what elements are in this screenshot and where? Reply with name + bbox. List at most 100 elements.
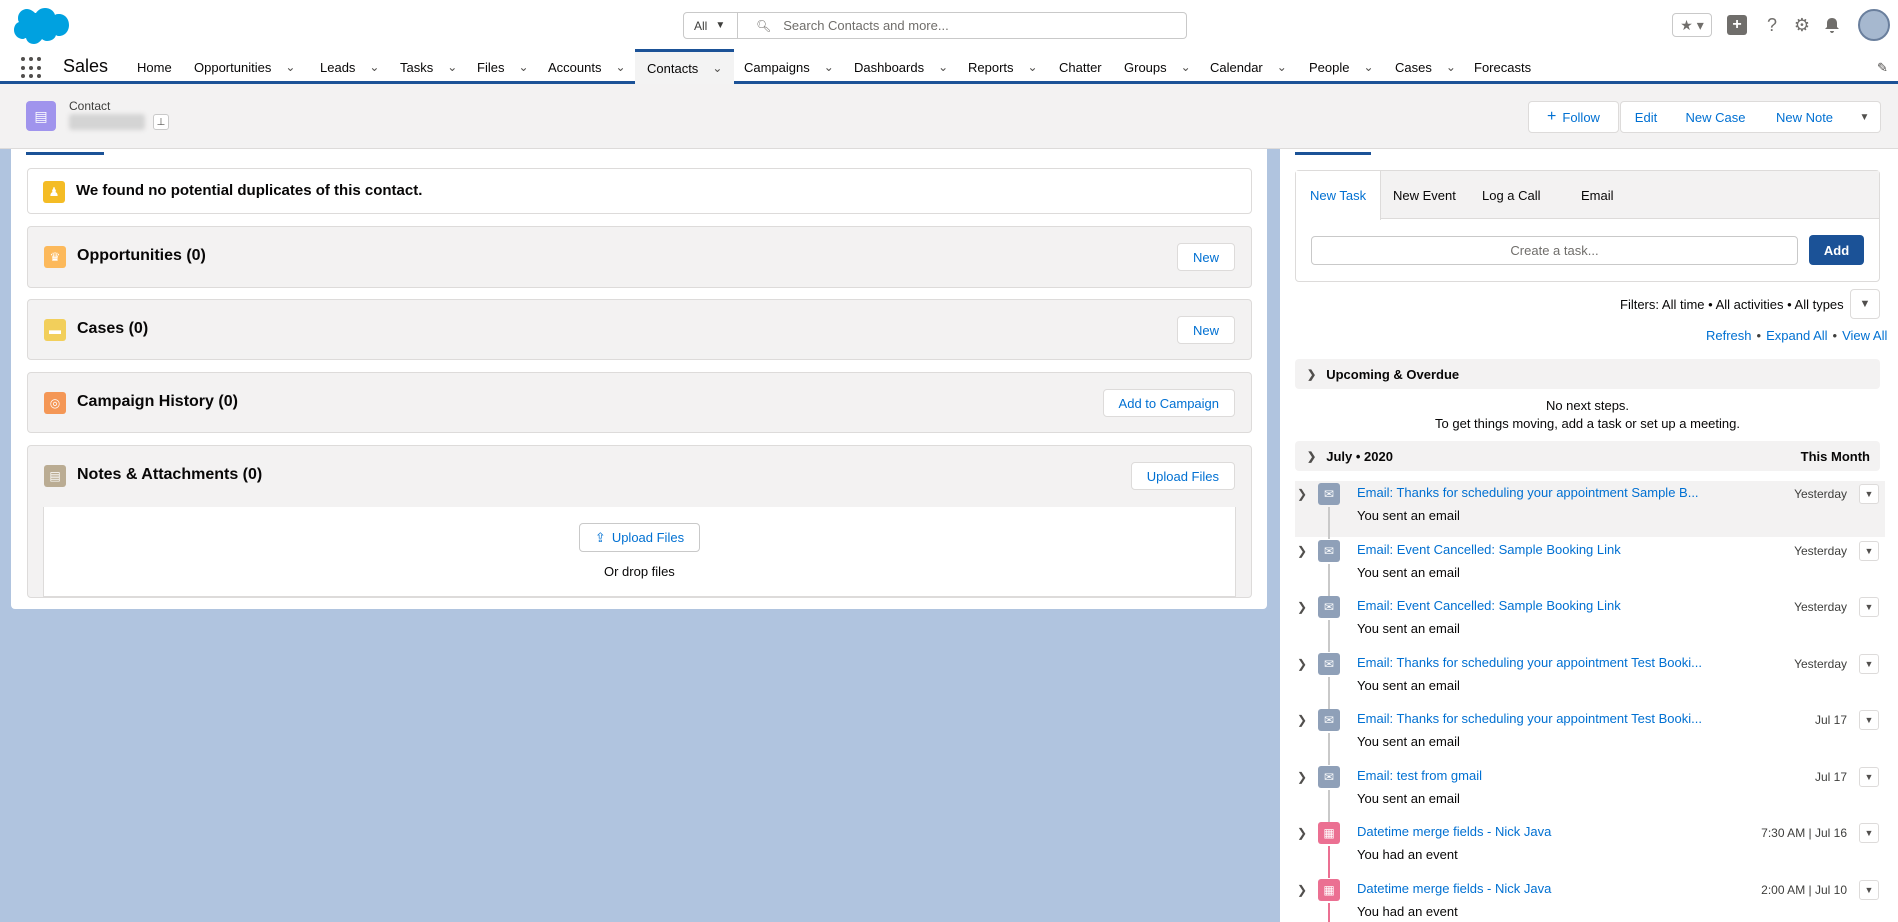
timeline-item-title[interactable]: Datetime merge fields - Nick Java (1357, 881, 1551, 896)
search-scope-select[interactable]: All ▼ (683, 12, 738, 39)
nav-item-leads[interactable]: Leads ⌄ (320, 50, 379, 84)
file-drop-zone[interactable] (43, 507, 1236, 597)
upload-files-header-button[interactable]: Upload Files (1130, 462, 1235, 490)
global-search-input[interactable]: 🔍︎ Search Contacts and more... (738, 12, 1187, 39)
new-opportunity-button[interactable]: New (1176, 243, 1235, 271)
cases-title[interactable]: Cases (0) (77, 320, 148, 338)
nav-item-tasks[interactable]: Tasks ⌄ (400, 50, 457, 84)
create-task-input[interactable]: Create a task... (1311, 236, 1798, 265)
expand-all-link[interactable]: Expand All (1766, 328, 1827, 343)
item-menu-chevron-icon[interactable]: ▼ (1859, 541, 1879, 561)
refresh-link[interactable]: Refresh (1706, 328, 1752, 343)
expand-chevron-icon[interactable]: ❯ (1297, 713, 1307, 727)
timeline-item[interactable]: ❯ ✉ Email: Event Cancelled: Sample Booking… (1295, 538, 1885, 596)
nav-item-chatter[interactable]: Chatter (1059, 50, 1102, 84)
help-icon[interactable]: ? (1760, 13, 1784, 37)
timeline-item-title[interactable]: Email: Event Cancelled: Sample Booking L… (1357, 542, 1621, 557)
chevron-down-icon[interactable]: ⌄ (518, 60, 528, 74)
more-actions-chevron-icon[interactable]: ▼ (1849, 101, 1881, 133)
chevron-down-icon[interactable]: ⌄ (369, 60, 379, 74)
timeline-item-title[interactable]: Email: Thanks for scheduling your appoin… (1357, 711, 1702, 726)
nav-item-accounts[interactable]: Accounts ⌄ (548, 50, 626, 84)
chevron-down-icon[interactable]: ⌄ (447, 60, 457, 74)
timeline-item-title[interactable]: Datetime merge fields - Nick Java (1357, 824, 1551, 839)
add-icon[interactable]: + (1727, 15, 1747, 35)
opportunities-title[interactable]: Opportunities (0) (77, 247, 206, 265)
nav-item-opportunities[interactable]: Opportunities ⌄ (194, 50, 295, 84)
expand-chevron-icon[interactable]: ❯ (1297, 600, 1307, 614)
timeline-item-title[interactable]: Email: test from gmail (1357, 768, 1482, 783)
salesforce-logo[interactable] (13, 7, 69, 45)
chevron-down-icon[interactable]: ⌄ (824, 60, 834, 74)
nav-item-contacts[interactable]: Contacts ⌄ (635, 49, 735, 84)
nav-item-forecasts[interactable]: Forecasts (1474, 50, 1531, 84)
timeline-item-title[interactable]: Email: Thanks for scheduling your appoin… (1357, 485, 1699, 500)
tab-new-task[interactable]: New Task (1296, 171, 1382, 220)
tab-email[interactable]: Email (1581, 171, 1614, 219)
nav-item-files[interactable]: Files ⌄ (477, 50, 529, 84)
hierarchy-icon[interactable]: ⊥ (153, 114, 169, 130)
filter-icon[interactable]: ▼ (1850, 289, 1880, 319)
expand-chevron-icon[interactable]: ❯ (1297, 826, 1307, 840)
chevron-down-icon[interactable]: ⌄ (615, 60, 625, 74)
app-launcher-icon[interactable] (21, 57, 43, 79)
chevron-down-icon[interactable]: ⌄ (938, 60, 948, 74)
nav-item-cases[interactable]: Cases ⌄ (1395, 50, 1456, 84)
month-section[interactable]: ❯ July • 2020 This Month (1295, 441, 1880, 471)
nav-item-reports[interactable]: Reports ⌄ (968, 50, 1038, 84)
new-case-related-button[interactable]: New (1176, 316, 1235, 344)
tab-new-event[interactable]: New Event (1393, 171, 1456, 219)
item-menu-chevron-icon[interactable]: ▼ (1859, 597, 1879, 617)
chevron-down-icon[interactable]: ⌄ (1028, 60, 1038, 74)
notes-attachments-title[interactable]: Notes & Attachments (0) (77, 466, 262, 484)
setup-gear-icon[interactable]: ⚙ (1790, 13, 1814, 37)
follow-button[interactable]: + Follow (1528, 101, 1619, 133)
expand-chevron-icon[interactable]: ❯ (1297, 544, 1307, 558)
chevron-down-icon[interactable]: ⌄ (285, 60, 295, 74)
upload-files-button[interactable]: ⇪ Upload Files (579, 523, 700, 552)
chevron-down-icon[interactable]: ⌄ (1181, 60, 1191, 74)
item-menu-chevron-icon[interactable]: ▼ (1859, 654, 1879, 674)
item-menu-chevron-icon[interactable]: ▼ (1859, 767, 1879, 787)
nav-item-people[interactable]: People ⌄ (1309, 50, 1374, 84)
timeline-item[interactable]: ❯ ✉ Email: Event Cancelled: Sample Booking… (1295, 594, 1885, 652)
chevron-down-icon[interactable]: ⌄ (1446, 60, 1456, 74)
new-note-button[interactable]: New Note (1760, 101, 1850, 133)
nav-item-dashboards[interactable]: Dashboards ⌄ (854, 50, 948, 84)
edit-nav-pencil-icon[interactable]: ✎ (1877, 60, 1888, 76)
item-menu-chevron-icon[interactable]: ▼ (1859, 880, 1879, 900)
tab-log-a-call[interactable]: Log a Call (1482, 171, 1541, 219)
timeline-item-title[interactable]: Email: Thanks for scheduling your appoin… (1357, 655, 1702, 670)
upcoming-overdue-section[interactable]: ❯ Upcoming & Overdue (1295, 359, 1880, 389)
edit-button[interactable]: Edit (1620, 101, 1672, 133)
expand-chevron-icon[interactable]: ❯ (1297, 770, 1307, 784)
view-all-link[interactable]: View All (1842, 328, 1887, 343)
expand-chevron-icon[interactable]: ❯ (1297, 883, 1307, 897)
expand-chevron-icon[interactable]: ❯ (1297, 487, 1307, 501)
favorites-icon[interactable]: ★ ▾ (1672, 13, 1712, 37)
nav-item-groups[interactable]: Groups ⌄ (1124, 50, 1191, 84)
timeline-item-title[interactable]: Email: Event Cancelled: Sample Booking L… (1357, 598, 1621, 613)
timeline-item[interactable]: ❯ ✉ Email: Thanks for scheduling your appo… (1295, 481, 1885, 539)
chevron-down-icon[interactable]: ⌄ (1363, 60, 1373, 74)
nav-item-campaigns[interactable]: Campaigns ⌄ (744, 50, 834, 84)
timeline-item[interactable]: ❯ ✉ Email: test from gmail Jul 17 ▼ You sent … (1295, 764, 1885, 822)
add-task-button[interactable]: Add (1809, 235, 1864, 265)
user-avatar[interactable] (1858, 9, 1890, 41)
nav-item-calendar[interactable]: Calendar ⌄ (1210, 50, 1287, 84)
chevron-down-icon[interactable]: ⌄ (1277, 60, 1287, 74)
notifications-bell-icon[interactable] (1820, 13, 1844, 37)
timeline-item[interactable]: ❯ ✉ Email: Thanks for scheduling your appo… (1295, 707, 1885, 765)
nav-item-home[interactable]: Home (137, 50, 172, 84)
chevron-down-icon[interactable]: ⌄ (712, 61, 722, 75)
item-menu-chevron-icon[interactable]: ▼ (1859, 484, 1879, 504)
new-case-button[interactable]: New Case (1671, 101, 1761, 133)
campaign-history-title[interactable]: Campaign History (0) (77, 393, 238, 411)
item-menu-chevron-icon[interactable]: ▼ (1859, 710, 1879, 730)
expand-chevron-icon[interactable]: ❯ (1297, 657, 1307, 671)
timeline-item[interactable]: ❯ ▦ Datetime merge fields - Nick Java 7:30 … (1295, 820, 1885, 878)
item-menu-chevron-icon[interactable]: ▼ (1859, 823, 1879, 843)
add-to-campaign-button[interactable]: Add to Campaign (1102, 389, 1235, 417)
timeline-item[interactable]: ❯ ▦ Datetime merge fields - Nick Java 2:00 … (1295, 877, 1885, 922)
timeline-item[interactable]: ❯ ✉ Email: Thanks for scheduling your appo… (1295, 651, 1885, 709)
